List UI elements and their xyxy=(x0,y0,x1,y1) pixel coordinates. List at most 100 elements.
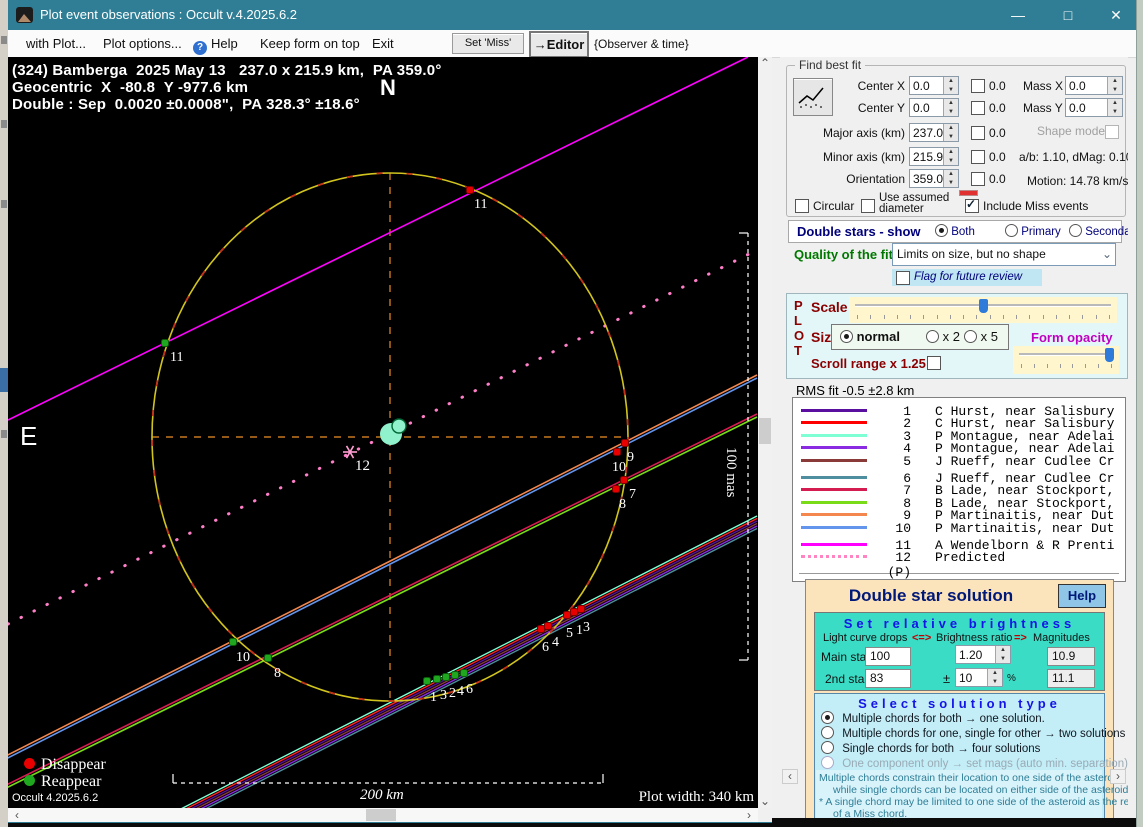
spinner-icon[interactable]: ▲ ▼ xyxy=(995,646,1010,663)
double-stars-option-secondary[interactable]: Secondary xyxy=(1069,224,1128,238)
radio-icon[interactable] xyxy=(840,330,853,343)
mass-x-field[interactable]: 0.0▲▼ xyxy=(1065,76,1123,95)
center-y-field[interactable]: 0.0▲▼ xyxy=(909,98,959,117)
form-opacity-slider[interactable] xyxy=(1013,346,1119,374)
tolerance-field[interactable]: 10▲▼ xyxy=(955,668,1003,687)
help-button[interactable]: Help xyxy=(1058,584,1106,608)
title-bar[interactable]: Plot event observations : Occult v.4.202… xyxy=(8,0,1136,30)
scroll-right-icon[interactable]: › xyxy=(742,808,756,822)
use-assumed-diameter-checkbox[interactable] xyxy=(861,199,875,213)
double-stars-option-primary[interactable]: Primary xyxy=(1005,224,1061,238)
spinner-icon[interactable]: ▲ ▼ xyxy=(943,148,958,165)
scale-slider[interactable] xyxy=(849,297,1117,323)
second-star-drop-input[interactable]: 83 xyxy=(865,669,911,688)
lock-checkbox[interactable] xyxy=(971,126,985,140)
right-arrow: => xyxy=(1014,632,1027,644)
radio-icon[interactable] xyxy=(964,330,977,343)
observer-row[interactable]: 7B Lade, near Stockport, xyxy=(793,483,1125,496)
plot-vertical-scrollbar[interactable]: ⌃ ⌄ xyxy=(758,57,772,808)
ratio-field[interactable]: 1.20▲▼ xyxy=(955,645,1011,664)
spinner-icon[interactable]: ▲ ▼ xyxy=(1107,77,1122,94)
panel-scroll-right-icon[interactable]: › xyxy=(1110,769,1126,784)
center-x-field[interactable]: 0.0▲▼ xyxy=(909,76,959,95)
mass-y-field[interactable]: 0.0▲▼ xyxy=(1065,98,1123,117)
observer-row[interactable]: 10P Martinaitis, near Dut xyxy=(793,521,1125,534)
quality-dropdown[interactable]: Limits on size, but no shape ⌄ xyxy=(892,243,1116,266)
observer-row[interactable]: 5J Rueff, near Cudlee Cr xyxy=(793,454,1125,467)
scrollbar-thumb[interactable] xyxy=(759,418,771,444)
lock-checkbox[interactable] xyxy=(971,79,985,93)
main-star-drop-input[interactable]: 100 xyxy=(865,647,911,666)
flag-review-label: Flag for future review xyxy=(914,271,1022,283)
opacity-slider-thumb[interactable] xyxy=(1105,348,1114,362)
editor-button[interactable]: →Editor xyxy=(529,31,589,58)
background-fragment xyxy=(1,120,7,128)
observer-row[interactable]: 9P Martinaitis, near Dut xyxy=(793,508,1125,521)
panel-scroll-left-icon[interactable]: ‹ xyxy=(782,769,798,784)
plot-canvas[interactable]: 119107864513111081324612 (324) Bamberga … xyxy=(8,57,758,808)
menu-item-help[interactable]: ?Help xyxy=(193,36,238,55)
close-button[interactable]: ✕ xyxy=(1101,6,1131,24)
observer-row[interactable]: 2C Hurst, near Salisbury xyxy=(793,416,1125,429)
observer-row[interactable]: 6J Rueff, near Cudlee Cr xyxy=(793,471,1125,484)
spinner-icon[interactable]: ▲ ▼ xyxy=(987,669,1002,686)
maximize-button[interactable]: □ xyxy=(1053,6,1083,24)
chevron-down-icon[interactable]: ⌄ xyxy=(1102,244,1112,264)
radio-icon[interactable] xyxy=(1069,224,1082,237)
set-miss-times-button[interactable]: Set 'Miss' Times xyxy=(452,33,524,54)
orientation-field[interactable]: 359.0▲▼ xyxy=(909,169,959,188)
scrollbar-thumb[interactable] xyxy=(366,809,396,821)
spinner-icon[interactable]: ▲ ▼ xyxy=(943,99,958,116)
circular-checkbox[interactable] xyxy=(795,199,809,213)
lock-checkbox[interactable] xyxy=(971,101,985,115)
plot-horizontal-scrollbar[interactable]: ‹ › xyxy=(8,808,758,822)
solution-option-3[interactable]: Single chords for both → four solutions xyxy=(821,741,1040,755)
scroll-range-label: Scroll range x 1.25 xyxy=(811,356,926,371)
event-marker xyxy=(467,187,474,194)
reappear-dot-icon xyxy=(24,775,35,786)
scroll-up-icon[interactable]: ⌃ xyxy=(758,57,772,70)
observer-row[interactable]: 8B Lade, near Stockport, xyxy=(793,496,1125,509)
spinner-icon[interactable]: ▲ ▼ xyxy=(943,124,958,141)
radio-icon[interactable] xyxy=(926,330,939,343)
event-marker xyxy=(613,486,620,493)
lock-checkbox[interactable] xyxy=(971,150,985,164)
size-option-x2[interactable]: x 2 xyxy=(926,329,960,344)
size-option-x5[interactable]: x 5 xyxy=(964,329,998,344)
minor-axis-km--field[interactable]: 215.9▲▼ xyxy=(909,147,959,166)
menu-item-keep-form-on-top[interactable]: Keep form on top xyxy=(260,36,360,51)
menu-item-with-plot[interactable]: with Plot... xyxy=(26,36,86,51)
spinner-icon[interactable]: ▲ ▼ xyxy=(943,170,958,187)
solution-option-1[interactable]: Multiple chords for both → one solution. xyxy=(821,711,1045,725)
observer-list[interactable]: 1C Hurst, near Salisbury2C Hurst, near S… xyxy=(792,397,1126,582)
chord-color-sample xyxy=(801,409,867,412)
flag-review-checkbox[interactable] xyxy=(896,271,910,285)
spinner-icon[interactable]: ▲ ▼ xyxy=(943,77,958,94)
menu-item-exit[interactable]: Exit xyxy=(372,36,394,51)
radio-icon[interactable] xyxy=(821,741,834,754)
observer-row[interactable]: 4P Montague, near Adelai xyxy=(793,441,1125,454)
double-stars-option-both[interactable]: Both xyxy=(935,224,975,238)
radio-icon[interactable] xyxy=(1005,224,1018,237)
menu-item-plot-options[interactable]: Plot options... xyxy=(103,36,182,51)
scroll-down-icon[interactable]: ⌄ xyxy=(758,795,772,808)
radio-icon[interactable] xyxy=(821,726,834,739)
radio-icon[interactable] xyxy=(821,711,834,724)
lock-checkbox[interactable] xyxy=(971,172,985,186)
include-miss-events-checkbox[interactable] xyxy=(965,199,979,213)
minimize-button[interactable]: — xyxy=(1003,6,1033,24)
observer-row[interactable]: 3P Montague, near Adelai xyxy=(793,429,1125,442)
scroll-range-checkbox[interactable] xyxy=(927,356,941,370)
observer-row[interactable]: 11A Wendelborn & R Prenti xyxy=(793,538,1125,551)
lock-value: 0.0 xyxy=(989,101,1006,115)
scale-slider-thumb[interactable] xyxy=(979,299,988,313)
observer-row[interactable]: 12 (P)Predicted xyxy=(793,550,1125,563)
spinner-icon[interactable]: ▲ ▼ xyxy=(1107,99,1122,116)
major-axis-km--field[interactable]: 237.0▲▼ xyxy=(909,123,959,142)
observer-name: Predicted xyxy=(935,550,1005,565)
scroll-left-icon[interactable]: ‹ xyxy=(10,808,24,822)
radio-icon[interactable] xyxy=(935,224,948,237)
size-option-normal[interactable]: normal xyxy=(840,329,900,344)
solution-option-2[interactable]: Multiple chords for one, single for othe… xyxy=(821,726,1125,740)
observer-row[interactable]: 1C Hurst, near Salisbury xyxy=(793,404,1125,417)
